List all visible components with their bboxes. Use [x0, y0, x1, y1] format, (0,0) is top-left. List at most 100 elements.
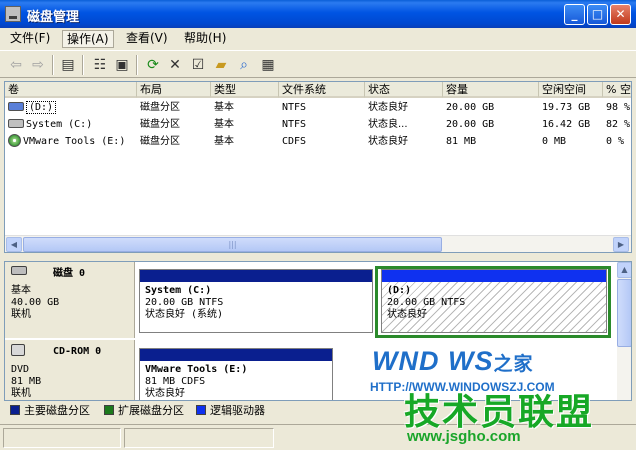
col-header-layout[interactable]: 布局: [137, 82, 211, 98]
status-segment: [3, 428, 121, 448]
cell-type: 基本: [214, 102, 234, 113]
legend-swatch: [196, 405, 206, 415]
legend-item: 扩展磁盘分区: [104, 404, 184, 418]
disk-management-icon: [5, 6, 21, 22]
col-header-free[interactable]: 空闲空间: [539, 82, 603, 98]
disk-kind: 基本: [11, 285, 31, 296]
disk-name: CD-ROM 0: [53, 346, 102, 357]
refresh-icon[interactable]: ⟳: [143, 55, 163, 75]
cell-status: 状态良...: [368, 119, 408, 130]
toolbar-separator: [52, 55, 54, 75]
legend-item: 逻辑驱动器: [196, 404, 265, 418]
forward-icon[interactable]: ⇨: [28, 55, 48, 75]
disk-size: 40.00 GB: [11, 297, 60, 308]
menu-file[interactable]: 文件(F): [6, 30, 54, 48]
partition-detail: 20.00 GB NTFS: [387, 297, 466, 308]
partition-status: 状态良好: [145, 388, 185, 399]
cell-status: 状态良好: [368, 102, 408, 113]
disk-state: 联机: [11, 388, 31, 399]
scroll-right-icon[interactable]: ▶: [613, 237, 629, 252]
table-row[interactable]: System (C:) 磁盘分区 基本 NTFS 状态良... 20.00 GB…: [5, 116, 631, 133]
cell-free: 0 MB: [542, 136, 567, 147]
open-icon[interactable]: ▰: [211, 55, 231, 75]
close-button[interactable]: ✕: [610, 4, 631, 25]
maximize-button[interactable]: □: [587, 4, 608, 25]
cell-filesystem: NTFS: [282, 102, 307, 113]
cell-layout: 磁盘分区: [140, 136, 180, 147]
col-header-capacity[interactable]: 容量: [443, 82, 539, 98]
disk-kind: DVD: [11, 364, 30, 375]
console-properties-icon[interactable]: ☑: [188, 55, 208, 75]
scroll-up-icon[interactable]: ▲: [617, 262, 631, 278]
partition-name: System (C:): [145, 285, 212, 296]
volume-icon: [8, 119, 24, 128]
cell-capacity: 81 MB: [446, 136, 477, 147]
properties-icon[interactable]: ☷: [90, 55, 110, 75]
cell-pct-free: 0 %: [606, 136, 625, 147]
toolbar: ⇦ ⇨ ▤ ☷ ▣ ⟳ ✕ ☑ ▰ ⌕ ▦: [0, 50, 636, 78]
disk-state: 联机: [11, 309, 31, 320]
toolbar-separator: [136, 55, 138, 75]
col-header-type[interactable]: 类型: [211, 82, 279, 98]
cell-filesystem: NTFS: [282, 119, 307, 130]
cell-capacity: 20.00 GB: [446, 102, 495, 113]
show-hide-tree-icon[interactable]: ▤: [58, 55, 78, 75]
disk-size: 81 MB: [11, 376, 42, 387]
scroll-left-icon[interactable]: ◀: [6, 237, 22, 252]
col-header-pct-free[interactable]: % 空: [603, 82, 631, 98]
col-header-volume[interactable]: 卷: [5, 82, 137, 98]
cell-type: 基本: [214, 136, 234, 147]
partition-name: VMware Tools (E:): [145, 364, 248, 375]
cell-filesystem: CDFS: [282, 136, 307, 147]
horizontal-scrollbar[interactable]: ◀ ||| ▶: [5, 235, 631, 252]
volume-list: 卷 布局 类型 文件系统 状态 容量 空闲空间 % 空 (D:) 磁盘分区 基本…: [4, 81, 632, 253]
cell-layout: 磁盘分区: [140, 119, 180, 130]
scroll-thumb[interactable]: |||: [23, 237, 442, 252]
disk-0-label[interactable]: 磁盘 0 基本 40.00 GB 联机: [5, 262, 135, 338]
cdrom-icon: [11, 344, 25, 356]
cell-free: 19.73 GB: [542, 102, 591, 113]
cell-pct-free: 82 %: [606, 119, 631, 130]
minimize-button[interactable]: _: [564, 4, 585, 25]
partition-c[interactable]: System (C:) 20.00 GB NTFS 状态良好 (系统): [139, 269, 373, 333]
cell-volume: System (C:): [5, 116, 137, 133]
delete-icon[interactable]: ✕: [165, 55, 185, 75]
col-header-status[interactable]: 状态: [365, 82, 443, 98]
cdrom-0-label[interactable]: CD-ROM 0 DVD 81 MB 联机: [5, 340, 135, 400]
table-row[interactable]: VMware Tools (E:) 磁盘分区 基本 CDFS 状态良好 81 M…: [5, 133, 631, 150]
logical-drive-bar: [382, 270, 606, 282]
window-title: 磁盘管理: [27, 10, 80, 25]
vertical-scrollbar[interactable]: ▲: [617, 262, 631, 400]
menu-action[interactable]: 操作(A): [62, 30, 114, 48]
partition-name: (D:): [387, 285, 412, 296]
status-segment: [124, 428, 274, 448]
partition-detail: 20.00 GB NTFS: [145, 297, 224, 308]
partition-detail: 81 MB CDFS: [145, 376, 206, 387]
hard-disk-icon: [11, 266, 27, 275]
table-row[interactable]: (D:) 磁盘分区 基本 NTFS 状态良好 20.00 GB 19.73 GB…: [5, 99, 631, 116]
cell-pct-free: 98 %: [606, 102, 631, 113]
cell-layout: 磁盘分区: [140, 102, 180, 113]
legend-item: 主要磁盘分区: [10, 404, 90, 418]
cell-type: 基本: [214, 119, 234, 130]
help-icon[interactable]: ▣: [112, 55, 132, 75]
menu-bar: 文件(F) 操作(A) 查看(V) 帮助(H): [0, 28, 636, 49]
col-header-filesystem[interactable]: 文件系统: [279, 82, 365, 98]
back-icon[interactable]: ⇦: [6, 55, 26, 75]
title-bar: 磁盘管理 _ □ ✕: [0, 0, 636, 28]
cell-capacity: 20.00 GB: [446, 119, 495, 130]
partition-status: 状态良好 (系统): [145, 309, 224, 320]
cell-free: 16.42 GB: [542, 119, 591, 130]
menu-help[interactable]: 帮助(H): [180, 30, 230, 48]
partition-e[interactable]: VMware Tools (E:) 81 MB CDFS 状态良好: [139, 348, 333, 400]
partition-status: 状态良好: [387, 309, 427, 320]
scroll-thumb[interactable]: [617, 279, 631, 347]
menu-view[interactable]: 查看(V): [122, 30, 172, 48]
cell-status: 状态良好: [368, 136, 408, 147]
primary-partition-bar: [140, 349, 332, 361]
primary-partition-bar: [140, 270, 372, 282]
legend-swatch: [104, 405, 114, 415]
search-icon[interactable]: ⌕: [234, 55, 254, 75]
export-icon[interactable]: ▦: [258, 55, 278, 75]
partition-d[interactable]: (D:) 20.00 GB NTFS 状态良好: [381, 269, 607, 333]
